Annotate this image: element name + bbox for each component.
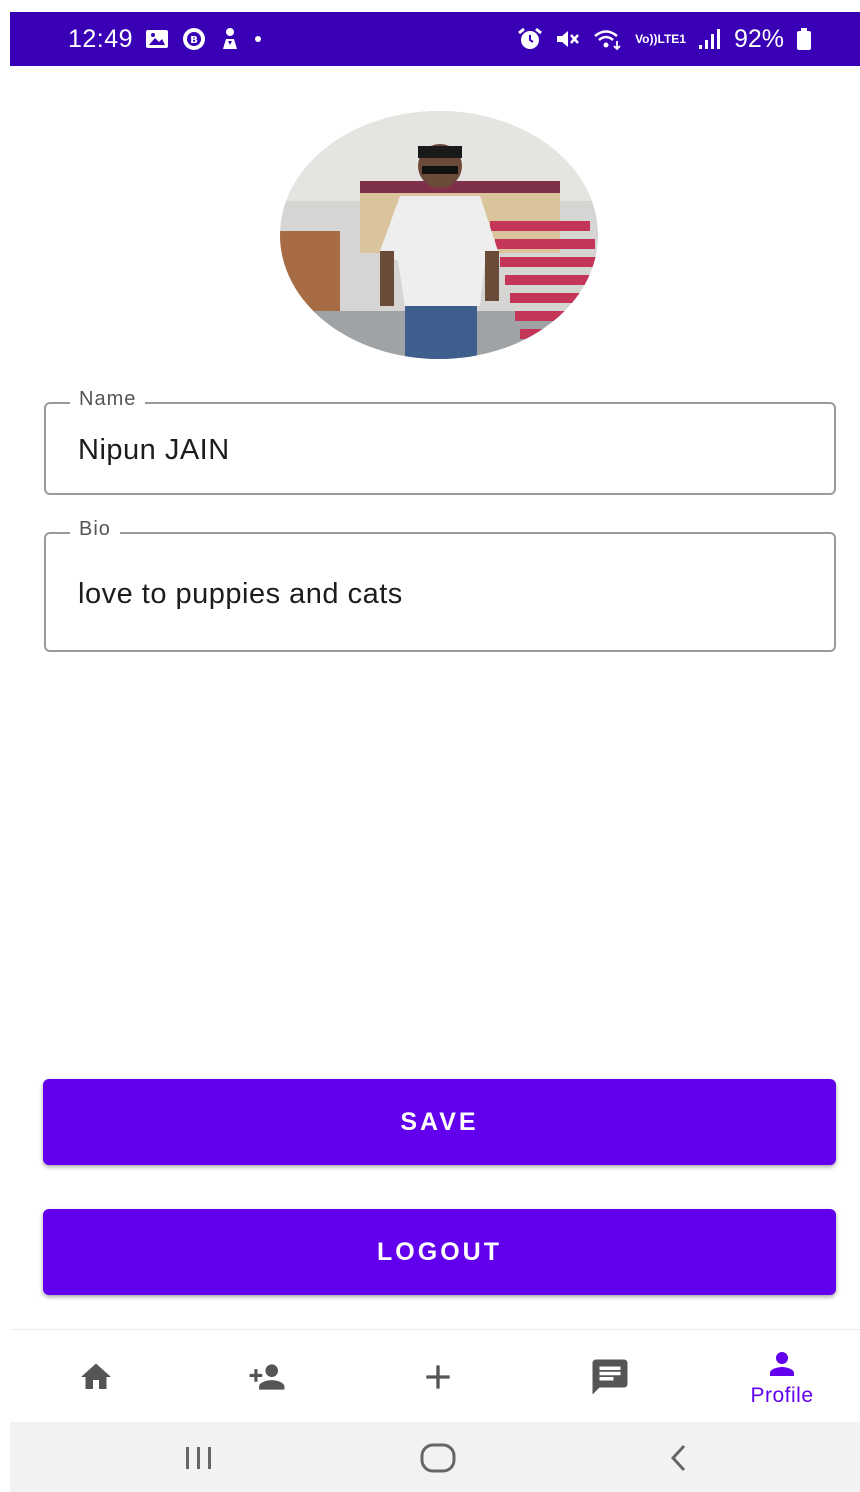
recents-button[interactable] bbox=[174, 1440, 224, 1476]
nav-add-post[interactable] bbox=[378, 1330, 498, 1423]
status-time: 12:49 bbox=[68, 24, 134, 53]
avatar[interactable] bbox=[280, 111, 598, 359]
name-field-label: Name bbox=[70, 388, 146, 411]
bio-field-label: Bio bbox=[70, 518, 120, 541]
dot-icon bbox=[253, 34, 263, 44]
gallery-icon bbox=[145, 28, 169, 50]
system-navigation-bar bbox=[10, 1422, 860, 1492]
status-bar-right: Vo)) LTE1 92% bbox=[517, 25, 812, 54]
app-badge-icon: B bbox=[181, 26, 207, 52]
bottom-navigation: Profile bbox=[10, 1329, 860, 1422]
name-input[interactable]: Nipun JAIN bbox=[78, 434, 230, 467]
home-circle-icon bbox=[420, 1443, 456, 1473]
nav-profile-label: Profile bbox=[750, 1383, 814, 1407]
download-person-icon bbox=[219, 27, 241, 51]
chat-icon bbox=[592, 1359, 628, 1394]
profile-screen: 12:49 B Vo)) LTE1 92% Name Nipun JAIN Bi… bbox=[0, 0, 860, 1492]
save-button[interactable]: SAVE bbox=[43, 1079, 836, 1165]
nav-add-friend[interactable] bbox=[207, 1330, 327, 1423]
status-bar: 12:49 B Vo)) LTE1 92% bbox=[10, 12, 860, 66]
plus-icon bbox=[426, 1364, 450, 1389]
nav-home[interactable] bbox=[36, 1330, 156, 1423]
status-bar-left: 12:49 B bbox=[68, 25, 263, 54]
mute-icon bbox=[555, 27, 581, 51]
volte-top-text: Vo)) bbox=[635, 31, 658, 46]
bio-input[interactable]: love to puppies and cats bbox=[78, 578, 403, 611]
volte-bottom-text: LTE1 bbox=[657, 31, 686, 46]
battery-percent: 92% bbox=[733, 24, 784, 53]
svg-text:B: B bbox=[190, 35, 198, 46]
recents-icon bbox=[186, 1447, 211, 1469]
nav-messages[interactable] bbox=[550, 1330, 670, 1423]
volte-icon: Vo)) LTE1 bbox=[635, 31, 686, 46]
nav-profile[interactable]: Profile bbox=[722, 1330, 842, 1423]
signal-icon bbox=[698, 28, 722, 50]
alarm-icon bbox=[517, 27, 543, 51]
logout-button[interactable]: LOGOUT bbox=[43, 1209, 836, 1295]
back-button[interactable] bbox=[654, 1440, 704, 1476]
bio-field[interactable]: Bio love to puppies and cats bbox=[44, 518, 836, 652]
profile-photo-icon bbox=[280, 111, 598, 359]
home-system-button[interactable] bbox=[413, 1440, 463, 1476]
wifi-icon bbox=[593, 27, 623, 51]
name-field[interactable]: Name Nipun JAIN bbox=[44, 388, 836, 495]
person-icon bbox=[770, 1351, 794, 1376]
battery-icon bbox=[796, 27, 812, 51]
home-icon bbox=[81, 1363, 111, 1389]
back-icon bbox=[670, 1444, 686, 1472]
add-person-icon bbox=[249, 1363, 285, 1390]
